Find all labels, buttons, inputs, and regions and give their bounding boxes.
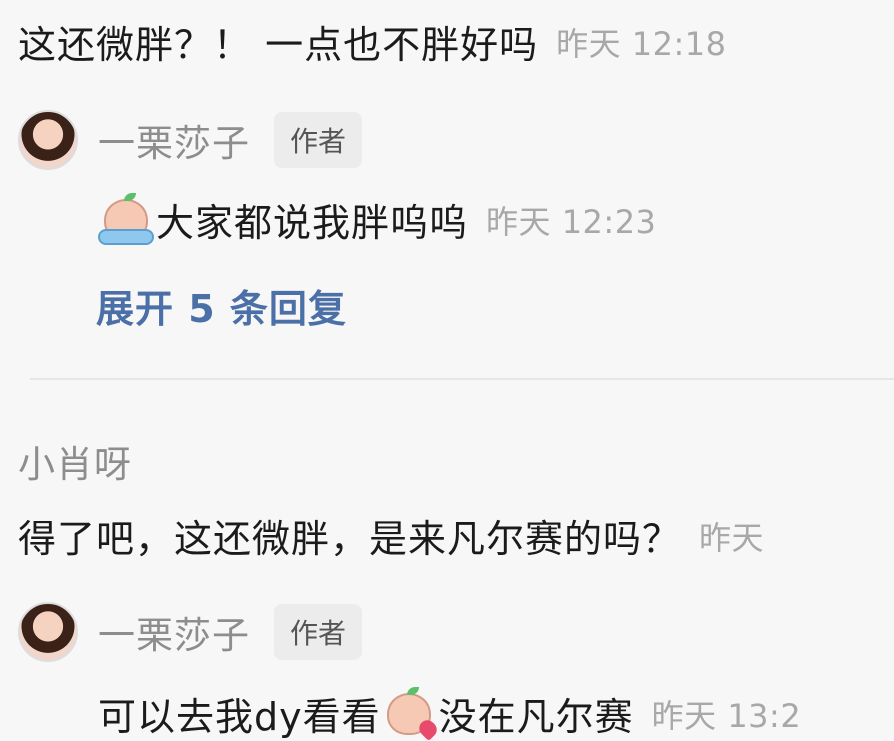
comment-time: 昨天 [699,518,765,557]
author-reply: 大家都说我胖呜呜 昨天 12:23 [98,192,656,247]
author-header: 一栗莎子 作者 [18,602,363,662]
divider [30,378,894,380]
author-reply-text: 大家都说我胖呜呜 [156,201,469,245]
author-name[interactable]: 一栗莎子 [98,113,250,167]
kiss-heart-emoji-icon [381,686,440,741]
author-reply-text-after: 没在凡尔赛 [438,695,634,739]
author-header: 一栗莎子 作者 [18,110,363,170]
top-reply: 这还微胖？！ 一点也不胖好吗 昨天 12:18 [18,14,727,69]
author-reply-time: 昨天 13:2 [651,696,802,735]
author-badge: 作者 [274,604,363,660]
comment: 得了吧，这还微胖，是来凡尔赛的吗？ 昨天 [18,508,764,563]
top-reply-time: 昨天 12:18 [556,24,727,63]
expand-replies-label: 展开 5 条回复 [96,287,347,331]
author-reply-time: 昨天 12:23 [486,202,657,241]
crying-emoji-icon [98,192,154,245]
avatar[interactable] [18,602,78,662]
comment-username[interactable]: 小肖呀 [18,434,132,488]
author-reply-text-before: 可以去我dy看看 [98,695,381,739]
author-name[interactable]: 一栗莎子 [98,605,250,659]
comment-user-name: 小肖呀 [18,443,132,486]
top-reply-text: 这还微胖？！ 一点也不胖好吗 [18,23,539,67]
author-badge: 作者 [274,112,363,168]
avatar[interactable] [18,110,78,170]
author-reply: 可以去我dy看看 没在凡尔赛 昨天 13:2 [98,686,801,741]
expand-replies-link[interactable]: 展开 5 条回复 [96,278,347,333]
comment-text: 得了吧，这还微胖，是来凡尔赛的吗？ [18,517,682,561]
